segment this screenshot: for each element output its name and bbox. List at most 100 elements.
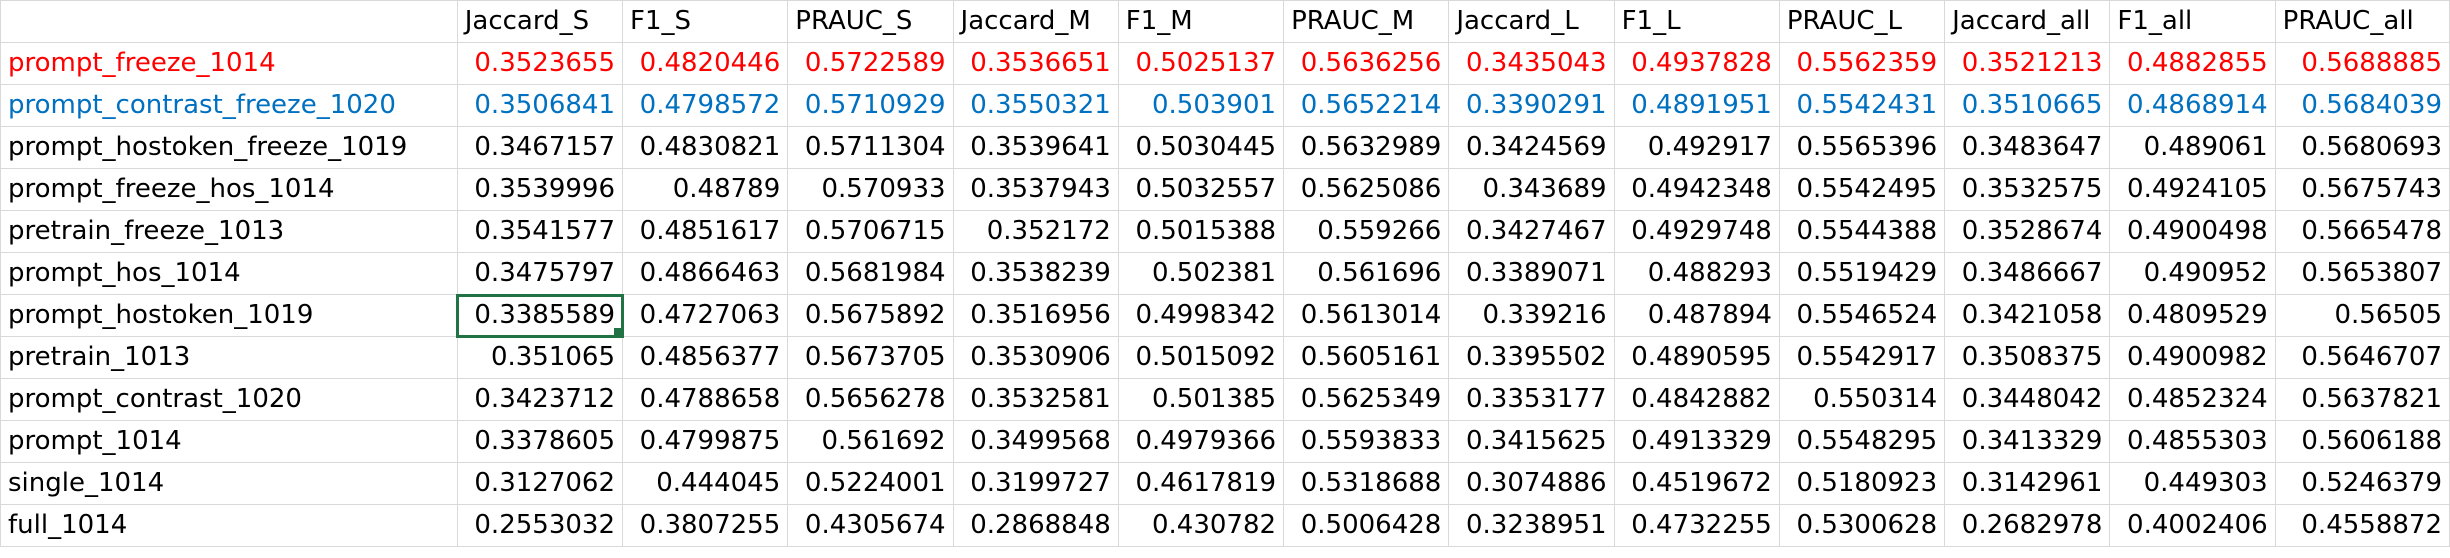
- value-cell[interactable]: 0.5711304: [787, 126, 954, 169]
- value-cell[interactable]: 0.5300628: [1778, 504, 1946, 547]
- value-cell[interactable]: 0.3378605: [456, 420, 624, 463]
- value-cell[interactable]: 0.4890595: [1613, 336, 1780, 379]
- value-cell[interactable]: 0.4798572: [621, 84, 789, 127]
- header-cell[interactable]: Jaccard_all: [1944, 0, 2111, 43]
- value-cell[interactable]: 0.501385: [1117, 378, 1285, 421]
- value-cell[interactable]: 0.2682978: [1944, 504, 2111, 547]
- value-cell[interactable]: 0.3389071: [1448, 252, 1615, 295]
- value-cell[interactable]: 0.4727063: [621, 294, 789, 337]
- row-label-cell[interactable]: prompt_hostoken_freeze_1019: [0, 126, 458, 169]
- value-cell[interactable]: 0.5006428: [1283, 504, 1450, 547]
- row-label-cell[interactable]: pretrain_freeze_1013: [0, 210, 458, 253]
- value-cell[interactable]: 0.5542431: [1778, 84, 1946, 127]
- header-cell[interactable]: Jaccard_S: [456, 0, 624, 43]
- value-cell[interactable]: 0.4998342: [1117, 294, 1285, 337]
- value-cell[interactable]: 0.3421058: [1944, 294, 2111, 337]
- value-cell[interactable]: 0.5637821: [2274, 378, 2450, 421]
- value-cell[interactable]: 0.4868914: [2109, 84, 2276, 127]
- value-cell[interactable]: 0.5646707: [2274, 336, 2450, 379]
- value-cell[interactable]: 0.4617819: [1117, 462, 1285, 505]
- value-cell[interactable]: 0.3539996: [456, 168, 624, 211]
- row-label-cell[interactable]: pretrain_1013: [0, 336, 458, 379]
- value-cell[interactable]: 0.352172: [952, 210, 1119, 253]
- value-cell[interactable]: 0.3530906: [952, 336, 1119, 379]
- header-cell[interactable]: PRAUC_all: [2274, 0, 2450, 43]
- value-cell[interactable]: 0.3541577: [456, 210, 624, 253]
- header-cell[interactable]: Jaccard_M: [952, 0, 1119, 43]
- value-cell[interactable]: 0.5656278: [787, 378, 954, 421]
- value-cell[interactable]: 0.5653807: [2274, 252, 2450, 295]
- header-cell[interactable]: PRAUC_S: [787, 0, 954, 43]
- value-cell[interactable]: 0.5722589: [787, 42, 954, 85]
- value-cell[interactable]: 0.3499568: [952, 420, 1119, 463]
- row-label-cell[interactable]: prompt_freeze_1014: [0, 42, 458, 85]
- value-cell[interactable]: 0.5519429: [1778, 252, 1946, 295]
- value-cell[interactable]: 0.3435043: [1448, 42, 1615, 85]
- value-cell[interactable]: 0.4842882: [1613, 378, 1780, 421]
- value-cell[interactable]: 0.3807255: [621, 504, 789, 547]
- header-cell-blank[interactable]: [0, 0, 458, 43]
- value-cell[interactable]: 0.3510665: [1944, 84, 2111, 127]
- value-cell[interactable]: 0.3467157: [456, 126, 624, 169]
- value-cell[interactable]: 0.4305674: [787, 504, 954, 547]
- value-cell[interactable]: 0.3423712: [456, 378, 624, 421]
- value-cell[interactable]: 0.3390291: [1448, 84, 1615, 127]
- value-cell[interactable]: 0.3142961: [1944, 462, 2111, 505]
- value-cell[interactable]: 0.3413329: [1944, 420, 2111, 463]
- value-cell[interactable]: 0.4809529: [2109, 294, 2276, 337]
- value-cell[interactable]: 0.3516956: [952, 294, 1119, 337]
- value-cell[interactable]: 0.502381: [1117, 252, 1285, 295]
- value-cell[interactable]: 0.4799875: [621, 420, 789, 463]
- value-cell[interactable]: 0.5565396: [1778, 126, 1946, 169]
- header-cell[interactable]: PRAUC_M: [1283, 0, 1450, 43]
- value-cell[interactable]: 0.3395502: [1448, 336, 1615, 379]
- value-cell[interactable]: 0.3415625: [1448, 420, 1615, 463]
- value-cell[interactable]: 0.5636256: [1283, 42, 1450, 85]
- value-cell[interactable]: 0.4820446: [621, 42, 789, 85]
- value-cell[interactable]: 0.3238951: [1448, 504, 1615, 547]
- header-cell[interactable]: Jaccard_L: [1448, 0, 1615, 43]
- row-label-cell[interactable]: full_1014: [0, 504, 458, 547]
- value-cell[interactable]: 0.5625349: [1283, 378, 1450, 421]
- value-cell[interactable]: 0.4900982: [2109, 336, 2276, 379]
- value-cell[interactable]: 0.5180923: [1778, 462, 1946, 505]
- value-cell[interactable]: 0.4924105: [2109, 168, 2276, 211]
- value-cell[interactable]: 0.5542495: [1778, 168, 1946, 211]
- value-cell[interactable]: 0.5548295: [1778, 420, 1946, 463]
- value-cell[interactable]: 0.5625086: [1283, 168, 1450, 211]
- value-cell[interactable]: 0.561696: [1283, 252, 1450, 295]
- value-cell[interactable]: 0.430782: [1117, 504, 1285, 547]
- value-cell[interactable]: 0.4830821: [621, 126, 789, 169]
- row-label-cell[interactable]: single_1014: [0, 462, 458, 505]
- row-label-cell[interactable]: prompt_1014: [0, 420, 458, 463]
- value-cell[interactable]: 0.4788658: [621, 378, 789, 421]
- value-cell[interactable]: 0.3523655: [456, 42, 624, 85]
- value-cell[interactable]: 0.5015092: [1117, 336, 1285, 379]
- value-cell[interactable]: 0.5710929: [787, 84, 954, 127]
- value-cell[interactable]: 0.5680693: [2274, 126, 2450, 169]
- value-cell[interactable]: 0.339216: [1448, 294, 1615, 337]
- value-cell[interactable]: 0.559266: [1283, 210, 1450, 253]
- value-cell[interactable]: 0.4929748: [1613, 210, 1780, 253]
- value-cell[interactable]: 0.343689: [1448, 168, 1615, 211]
- value-cell[interactable]: 0.490952: [2109, 252, 2276, 295]
- value-cell[interactable]: 0.503901: [1117, 84, 1285, 127]
- row-label-cell[interactable]: prompt_contrast_freeze_1020: [0, 84, 458, 127]
- value-cell[interactable]: 0.5652214: [1283, 84, 1450, 127]
- value-cell[interactable]: 0.3448042: [1944, 378, 2111, 421]
- value-cell[interactable]: 0.4855303: [2109, 420, 2276, 463]
- value-cell[interactable]: 0.5673705: [787, 336, 954, 379]
- value-cell[interactable]: 0.3424569: [1448, 126, 1615, 169]
- value-cell[interactable]: 0.3506841: [456, 84, 624, 127]
- value-cell[interactable]: 0.3353177: [1448, 378, 1615, 421]
- value-cell[interactable]: 0.4979366: [1117, 420, 1285, 463]
- value-cell[interactable]: 0.492917: [1613, 126, 1780, 169]
- value-cell[interactable]: 0.5546524: [1778, 294, 1946, 337]
- value-cell[interactable]: 0.4942348: [1613, 168, 1780, 211]
- value-cell[interactable]: 0.5688885: [2274, 42, 2450, 85]
- value-cell[interactable]: 0.3532575: [1944, 168, 2111, 211]
- header-cell[interactable]: F1_all: [2109, 0, 2276, 43]
- value-cell[interactable]: 0.5675892: [787, 294, 954, 337]
- value-cell[interactable]: 0.3539641: [952, 126, 1119, 169]
- value-cell[interactable]: 0.4913329: [1613, 420, 1780, 463]
